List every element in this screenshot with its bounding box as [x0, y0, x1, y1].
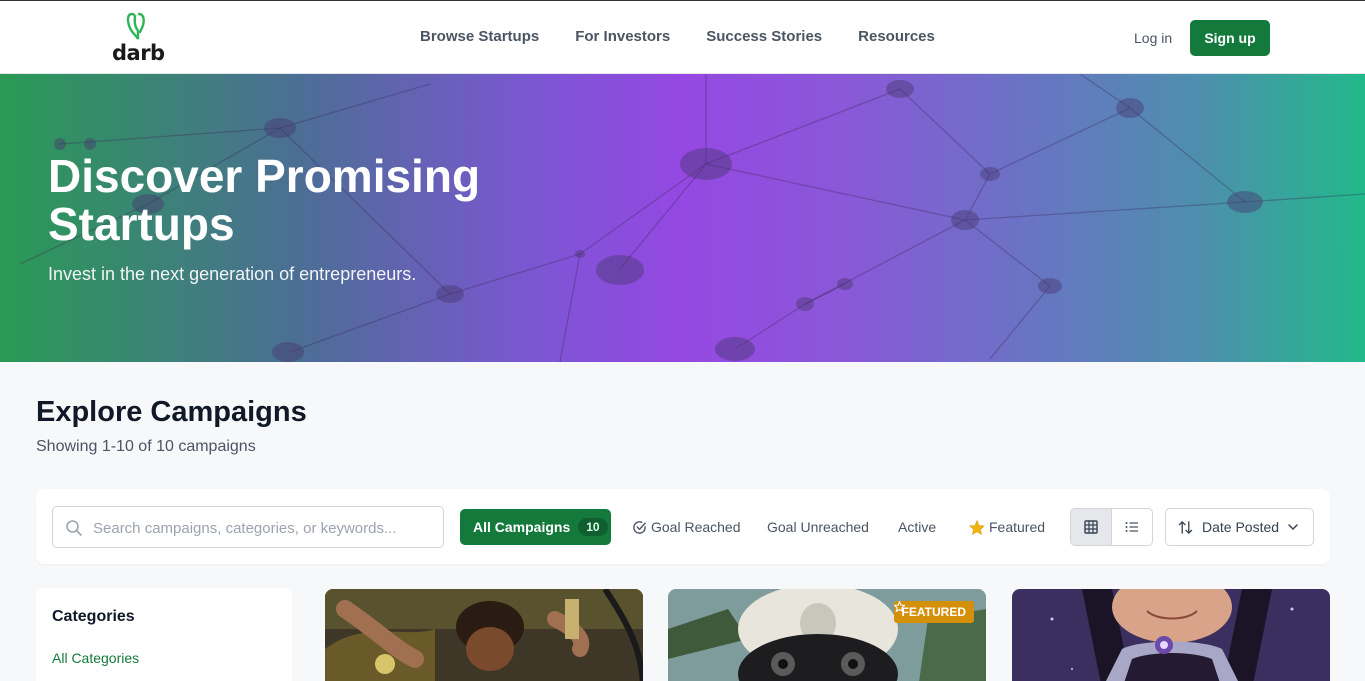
- star-icon: [969, 519, 985, 535]
- tab-featured-label: Featured: [989, 519, 1046, 535]
- signup-button[interactable]: Sign up: [1190, 20, 1270, 56]
- sort-arrows-icon: [1178, 520, 1193, 534]
- campaign-count-badge: 10: [578, 518, 608, 536]
- tab-goal-reached-label: Goal Reached: [651, 519, 741, 535]
- campaign-card[interactable]: [325, 589, 643, 681]
- tab-active[interactable]: Active: [898, 519, 936, 535]
- featured-badge-label: FEATURED: [901, 605, 966, 619]
- logo-text: darb: [112, 41, 165, 65]
- list-view-button[interactable]: [1112, 509, 1153, 545]
- category-all[interactable]: All Categories: [52, 650, 139, 666]
- campaign-image: [1012, 589, 1330, 681]
- login-link[interactable]: Log in: [1134, 30, 1172, 46]
- filter-bar: All Campaigns 10 Goal Reached Goal Unrea…: [36, 489, 1330, 564]
- results-summary: Showing 1-10 of 10 campaigns: [36, 438, 256, 455]
- search-icon: [66, 520, 82, 536]
- search-input[interactable]: [93, 517, 433, 539]
- sort-label: Date Posted: [1202, 519, 1280, 535]
- logo-mark-icon: [126, 12, 145, 40]
- tab-featured[interactable]: Featured: [969, 519, 1045, 535]
- hero-banner: Discover Promising Startups Invest in th…: [0, 74, 1365, 362]
- grid-icon: [1084, 520, 1098, 534]
- chevron-down-icon: [1288, 524, 1298, 530]
- logo[interactable]: darb: [110, 11, 166, 65]
- tab-active-label: Active: [898, 519, 937, 535]
- main-nav: Browse Startups For Investors Success St…: [420, 28, 935, 45]
- tab-goal-unreached[interactable]: Goal Unreached: [767, 519, 869, 535]
- hero-title: Discover Promising Startups: [48, 150, 481, 250]
- tab-all-campaigns[interactable]: All Campaigns 10: [460, 509, 611, 545]
- view-mode-toggle: [1070, 508, 1153, 546]
- categories-sidebar: Categories All Categories: [36, 588, 292, 681]
- campaign-image: [325, 589, 643, 681]
- tab-goal-reached[interactable]: Goal Reached: [632, 519, 741, 535]
- nav-resources[interactable]: Resources: [858, 28, 935, 45]
- campaign-card[interactable]: FEATURED: [668, 589, 986, 681]
- nav-success-stories[interactable]: Success Stories: [706, 28, 822, 45]
- nav-for-investors[interactable]: For Investors: [575, 28, 670, 45]
- grid-view-button[interactable]: [1071, 509, 1112, 545]
- tab-all-campaigns-label: All Campaigns: [473, 519, 571, 535]
- categories-title: Categories: [52, 608, 135, 625]
- check-circle-icon: [633, 520, 646, 534]
- page-title: Explore Campaigns: [36, 396, 307, 428]
- hero-subtitle: Invest in the next generation of entrepr…: [48, 264, 417, 284]
- nav-browse-startups[interactable]: Browse Startups: [420, 28, 539, 45]
- sort-dropdown[interactable]: Date Posted: [1165, 508, 1314, 546]
- site-header: darb Browse Startups For Investors Succe…: [0, 0, 1365, 74]
- search-box[interactable]: [52, 506, 444, 548]
- star-outline-icon: [893, 601, 905, 612]
- tab-goal-unreached-label: Goal Unreached: [767, 519, 869, 535]
- campaign-card[interactable]: [1012, 589, 1330, 681]
- featured-badge: FEATURED: [893, 601, 974, 623]
- list-icon: [1125, 522, 1138, 532]
